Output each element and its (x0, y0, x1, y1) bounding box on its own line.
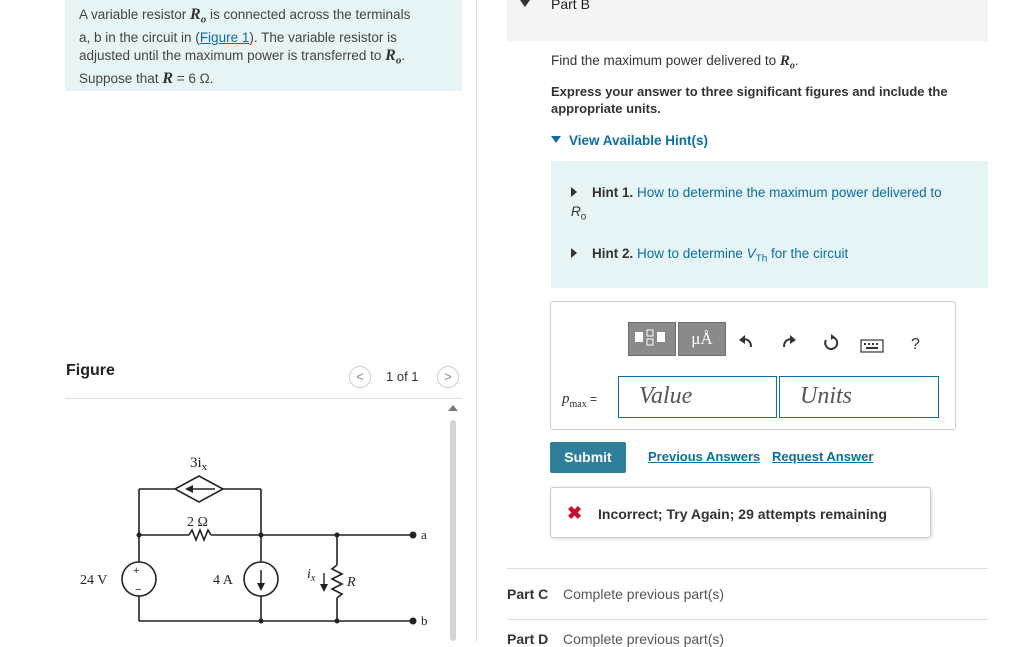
hint-2[interactable]: Hint 2. How to determine VTh for the cir… (571, 246, 848, 265)
templates-icon (635, 329, 665, 346)
request-answer-link[interactable]: Request Answer (772, 449, 873, 464)
svg-text:3ix: 3ix (190, 455, 208, 473)
units-input[interactable]: Units (779, 376, 939, 418)
next-figure-button[interactable]: > (437, 366, 459, 388)
templates-button[interactable] (628, 322, 676, 356)
caret-down-icon (551, 136, 561, 143)
collapse-caret-icon[interactable] (520, 0, 530, 7)
part-b-label: Part B (551, 0, 590, 12)
feedback-text: Incorrect; Try Again; 29 attempts remain… (598, 506, 887, 522)
figure-pager: 1 of 1 (386, 369, 419, 384)
units-button[interactable]: μÅ (678, 322, 726, 356)
part-c-status: Complete previous part(s) (563, 586, 725, 602)
caret-right-icon (571, 248, 577, 258)
svg-text:24 V: 24 V (80, 573, 107, 588)
help-icon[interactable]: ? (911, 336, 920, 354)
figure-title: Figure (66, 362, 115, 379)
figure-scrollbar[interactable] (450, 420, 456, 641)
current-source-arrowhead (257, 583, 265, 591)
question-text: Find the maximum power delivered to Ro. (551, 53, 799, 72)
answer-instruction: Express your answer to three significant… (551, 84, 948, 116)
problem-statement: A variable resistor Ro is connected acro… (65, 0, 462, 91)
svg-text:R: R (346, 575, 356, 590)
prev-figure-button[interactable]: < (349, 366, 371, 388)
figure-divider (65, 398, 462, 399)
incorrect-icon: ✖ (567, 503, 583, 523)
pane-divider[interactable] (476, 0, 477, 641)
circuit-diagram: 3ix 2 Ω 24 V + − 4 A ix R a b (80, 455, 428, 628)
value-input[interactable]: Value (618, 376, 777, 418)
undo-icon[interactable] (738, 334, 754, 355)
terminal-a (409, 531, 417, 539)
divider (507, 619, 988, 620)
part-c-label[interactable]: Part C (507, 586, 548, 602)
reset-icon[interactable] (822, 334, 840, 357)
dep-source-arrowhead (185, 485, 193, 493)
divider (507, 568, 988, 569)
submit-button[interactable]: Submit (550, 442, 626, 473)
part-d-status: Complete previous part(s) (563, 631, 725, 647)
pmax-label: pmax = (562, 391, 598, 410)
view-hints-toggle[interactable]: View Available Hint(s) (551, 133, 708, 148)
svg-text:−: − (135, 584, 141, 596)
svg-text:a: a (421, 527, 427, 542)
svg-text:+: + (133, 565, 139, 577)
problem-text: A variable resistor Ro is connected acro… (79, 6, 411, 87)
redo-icon[interactable] (781, 334, 797, 355)
svg-text:b: b (421, 613, 428, 628)
figure-link[interactable]: Figure 1 (200, 30, 250, 45)
keyboard-icon[interactable] (860, 338, 884, 358)
svg-text:2 Ω: 2 Ω (187, 515, 208, 530)
terminal-b (409, 617, 417, 625)
caret-right-icon (571, 187, 577, 197)
svg-text:ix: ix (307, 567, 316, 584)
scroll-up-arrow-icon[interactable] (448, 405, 458, 411)
part-d-label[interactable]: Part D (507, 631, 548, 647)
previous-answers-link[interactable]: Previous Answers (648, 449, 760, 464)
svg-text:4 A: 4 A (213, 573, 234, 588)
ix-arrowhead (320, 584, 328, 592)
hint-1[interactable]: Hint 1. How to determine the maximum pow… (571, 183, 976, 227)
